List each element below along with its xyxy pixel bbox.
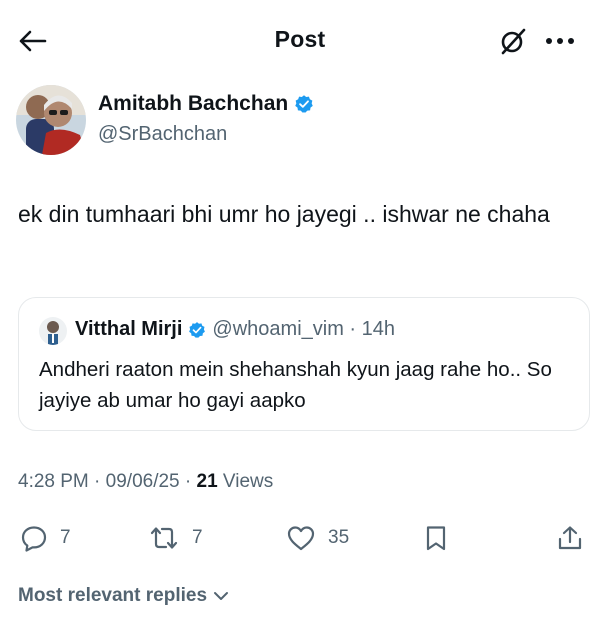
repost-icon	[150, 527, 178, 549]
verified-badge-icon	[295, 95, 313, 113]
quote-verified-badge-icon	[189, 321, 206, 338]
reply-count: 7	[60, 527, 71, 548]
repost-count: 7	[192, 527, 203, 548]
tweet-date: 09/06/25	[105, 471, 180, 492]
reply-icon	[21, 526, 47, 552]
heart-icon	[287, 526, 315, 551]
quote-author-avatar	[39, 317, 67, 345]
quoted-tweet-card[interactable]: Vitthal Mirji @whoami_vim · 14h Andheri …	[18, 297, 590, 431]
author-avatar[interactable]	[16, 85, 86, 155]
repost-button[interactable]: 7	[148, 518, 203, 558]
quote-display-name: Vitthal Mirji	[75, 318, 183, 340]
replies-sort-label: Most relevant replies	[18, 585, 208, 606]
meta-dot-2: ·	[179, 471, 197, 492]
grok-button[interactable]	[496, 24, 530, 58]
action-bar: 7 7 35	[0, 518, 600, 558]
grok-icon	[501, 28, 526, 55]
views-count[interactable]: 21	[197, 471, 218, 492]
quote-text: Andheri raaton mein shehanshah kyun jaag…	[39, 358, 552, 412]
bookmark-icon	[426, 526, 446, 551]
quote-separator: ·	[343, 318, 362, 340]
author-name-row[interactable]: Amitabh Bachchan	[98, 92, 314, 116]
avatar-image	[16, 85, 86, 155]
like-count: 35	[328, 527, 350, 548]
more-horizontal-icon	[546, 38, 574, 44]
replies-sort-dropdown[interactable]: Most relevant replies	[18, 585, 229, 607]
author-display-name[interactable]: Amitabh Bachchan	[98, 92, 288, 116]
chevron-down-icon	[214, 592, 229, 600]
tweet-meta: 4:28 PM · 09/06/25 · 21 Views	[18, 471, 273, 493]
bookmark-button[interactable]	[424, 518, 448, 558]
quote-avatar-image	[39, 317, 67, 345]
like-button[interactable]: 35	[286, 518, 349, 558]
quote-handle: @whoami_vim	[212, 318, 344, 340]
author-handle[interactable]: @SrBachchan	[98, 123, 227, 146]
quote-time: 14h	[361, 318, 396, 340]
views-label[interactable]: Views	[218, 471, 273, 492]
share-button[interactable]	[556, 518, 584, 558]
top-bar: Post	[0, 0, 600, 84]
tweet-time: 4:28 PM	[18, 471, 89, 492]
more-options-button[interactable]	[540, 26, 580, 56]
meta-dot-1: ·	[88, 471, 106, 492]
quote-header: Vitthal Mirji @whoami_vim · 14h	[75, 318, 395, 341]
tweet-text: ek din tumhaari bhi umr ho jayegi .. ish…	[18, 201, 550, 227]
share-icon	[558, 526, 582, 550]
reply-button[interactable]: 7	[20, 518, 71, 558]
